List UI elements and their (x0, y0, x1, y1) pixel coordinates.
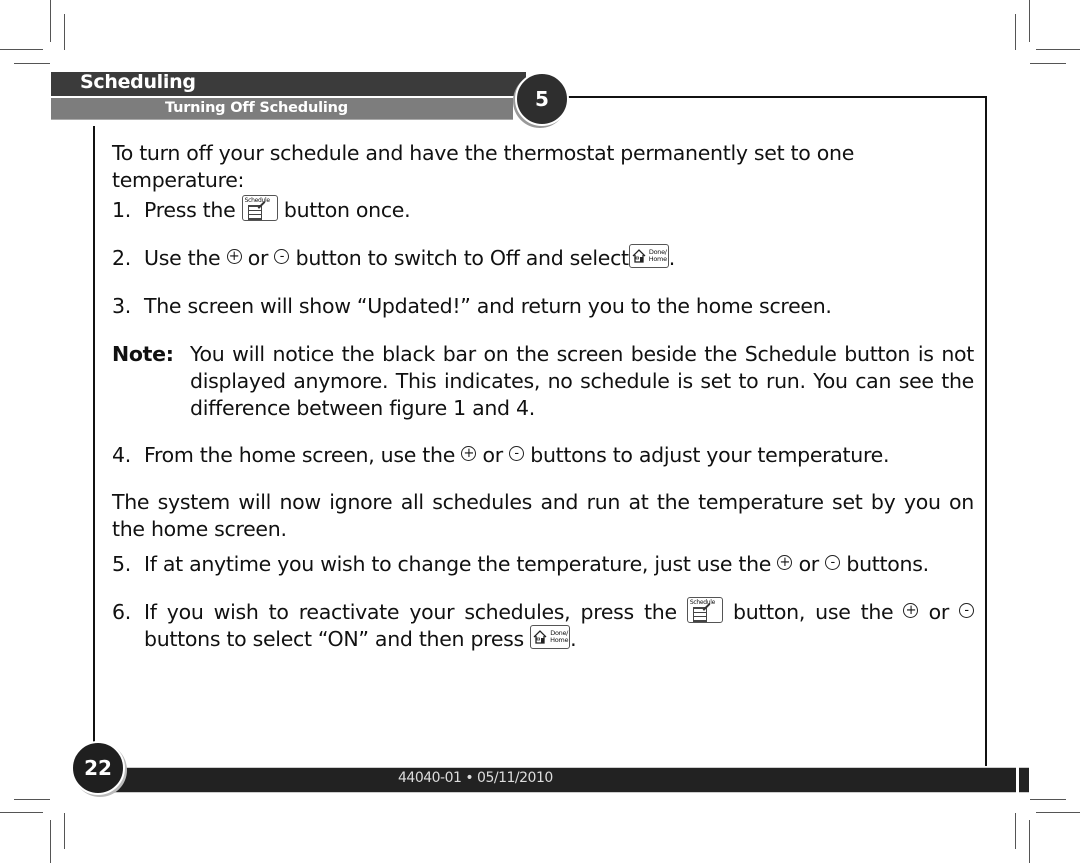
step-text: or (482, 443, 503, 467)
step-text: From the home screen, use the (144, 443, 456, 467)
plus-button-icon: + (226, 248, 242, 264)
footer-bar (110, 767, 1016, 793)
step-number: 5. (112, 552, 131, 576)
crop-mark (1036, 812, 1080, 813)
crop-mark (64, 813, 65, 849)
minus-button-icon: - (959, 602, 975, 618)
done-home-button-icon: Done/Home (628, 244, 669, 268)
crop-mark (1036, 49, 1080, 50)
frame-line-left (93, 126, 95, 756)
page-number-badge: 22 (71, 741, 125, 795)
step-text: . (570, 627, 577, 651)
frame-line-top (565, 96, 987, 98)
step-text: button, use the (733, 600, 894, 624)
step-text: buttons to select “ON” and then press (144, 627, 524, 651)
done-home-button-icon: Done/Home (530, 625, 571, 649)
step-number: 6. (112, 600, 131, 624)
step-text: If you wish to reactivate your schedules… (144, 600, 677, 624)
subsection-title: Turning Off Scheduling (165, 100, 348, 116)
page-content: To turn off your schedule and have the t… (112, 140, 974, 653)
plus-button-icon: + (777, 554, 793, 570)
plus-button-icon: + (461, 445, 477, 461)
step-text: or (928, 600, 950, 624)
section-title: Scheduling (80, 71, 196, 93)
step-text: button once. (283, 198, 411, 222)
frame-line-right (985, 96, 987, 766)
step-text: Use the (144, 246, 221, 270)
crop-mark (50, 820, 51, 863)
footer-bar-end (1019, 767, 1029, 793)
step-text: buttons. (846, 552, 929, 576)
crop-mark (1015, 813, 1016, 849)
crop-mark (1029, 0, 1030, 42)
schedule-button-icon: Schedule (686, 597, 723, 623)
crop-mark (0, 49, 43, 50)
step-text: or (247, 246, 269, 270)
intro-paragraph: To turn off your schedule and have the t… (112, 141, 855, 192)
crop-mark (1030, 799, 1066, 800)
crop-mark (64, 14, 65, 50)
step-2: 2. Use the + or - button to switch to Of… (112, 244, 974, 272)
minus-button-icon: - (825, 554, 841, 570)
step-text: . (668, 246, 676, 270)
crop-mark (50, 0, 51, 42)
crop-mark (1029, 820, 1030, 863)
step-text: button to switch to Off and select (295, 246, 629, 270)
step-text: The screen will show “Updated!” and retu… (144, 294, 832, 318)
note-block: Note: You will notice the black bar on t… (112, 341, 974, 422)
step-6: 6. If you wish to reactivate your schedu… (112, 597, 975, 653)
step-number: 4. (112, 443, 131, 467)
step-4: 4. From the home screen, use the + or - … (112, 442, 974, 469)
plus-button-icon: + (903, 602, 919, 618)
step-3: 3. The screen will show “Updated!” and r… (112, 293, 974, 320)
step-number: 2. (112, 246, 131, 270)
step-text: Press the (144, 198, 236, 222)
document-code: 44040-01 • 05/11/2010 (398, 770, 553, 786)
note-label: Note: (112, 342, 174, 366)
minus-button-icon: - (509, 445, 525, 461)
step-1: 1. Press the Schedule button once. (112, 195, 974, 224)
note-text: You will notice the black bar on the scr… (190, 342, 974, 420)
step-number: 1. (112, 198, 131, 222)
crop-mark (1015, 14, 1016, 50)
crop-mark (14, 799, 50, 800)
minus-button-icon: - (274, 248, 290, 264)
crop-mark (1030, 63, 1066, 64)
system-paragraph: The system will now ignore all schedules… (112, 490, 974, 541)
step-5: 5. If at anytime you wish to change the … (112, 551, 974, 578)
step-text: buttons to adjust your temperature. (530, 443, 890, 467)
crop-mark (0, 812, 43, 813)
crop-mark (14, 63, 50, 64)
step-text: or (798, 552, 820, 576)
chapter-number-badge: 5 (515, 72, 569, 126)
step-number: 3. (112, 294, 131, 318)
schedule-button-icon: Schedule (241, 195, 278, 221)
step-text: If at anytime you wish to change the tem… (144, 552, 772, 576)
